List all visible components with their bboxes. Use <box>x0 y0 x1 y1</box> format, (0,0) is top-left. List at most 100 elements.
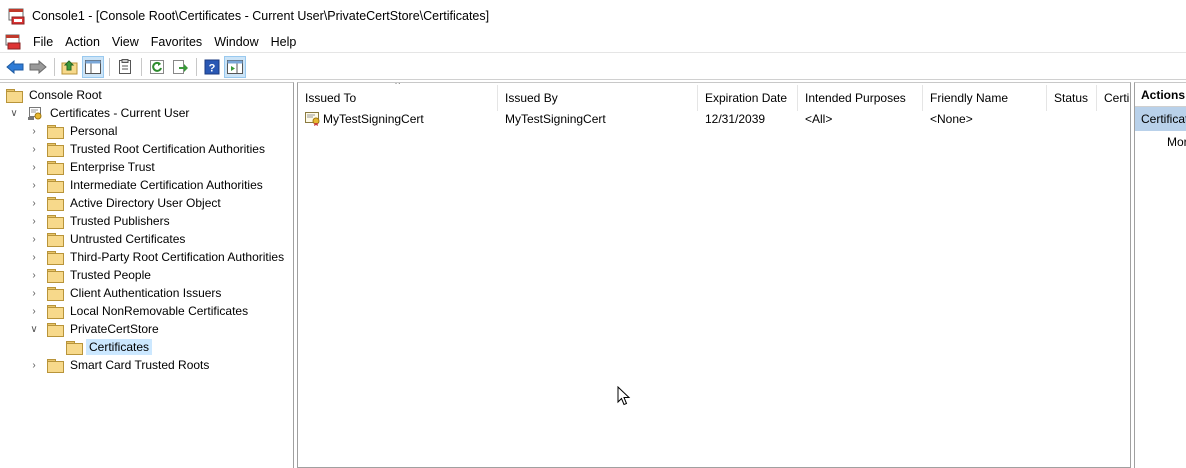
chevron-right-icon[interactable]: › <box>28 251 40 263</box>
tree-item-folder[interactable]: › Trusted People <box>28 266 154 284</box>
tree-item-label: Enterprise Trust <box>70 160 155 174</box>
console-tree: Console Root ∨ Certificates - Current Us… <box>0 82 294 468</box>
tree-item-label: Smart Card Trusted Roots <box>70 358 210 372</box>
chevron-down-icon[interactable]: ∨ <box>28 323 40 335</box>
tree-item-label: Intermediate Certification Authorities <box>70 178 263 192</box>
menu-file[interactable]: File <box>27 31 59 53</box>
tree-item-label: Personal <box>70 124 118 138</box>
up-folder-icon <box>61 59 78 74</box>
tree-item-console-root[interactable]: Console Root <box>6 86 105 104</box>
tree-item-label: Untrusted Certificates <box>70 232 186 246</box>
tree-item-folder[interactable]: › Third-Party Root Certification Authori… <box>28 248 287 266</box>
column-header-status[interactable]: Status <box>1047 85 1097 111</box>
cell-issued-to[interactable]: MyTestSigningCert <box>301 110 498 128</box>
tree-item-label: Trusted Publishers <box>70 214 170 228</box>
chevron-right-icon[interactable]: › <box>28 161 40 173</box>
mmc-menu-icon[interactable] <box>5 34 21 50</box>
menu-help[interactable]: Help <box>265 31 303 53</box>
folder-icon <box>47 250 64 265</box>
tree-item-folder[interactable]: › Active Directory User Object <box>28 194 224 212</box>
folder-icon <box>47 322 64 337</box>
tree-item-folder[interactable]: › Trusted Publishers <box>28 212 173 230</box>
chevron-right-icon[interactable]: › <box>28 287 40 299</box>
tree-item-certificates-current-user[interactable]: ∨ Certificates - Current User <box>8 104 192 122</box>
chevron-down-icon[interactable]: ∨ <box>8 107 20 119</box>
folder-icon <box>47 160 64 175</box>
tree-item-certificates-selected[interactable]: Certificates <box>66 338 153 356</box>
chevron-right-icon[interactable]: › <box>28 197 40 209</box>
help-icon: ? <box>204 59 220 74</box>
toolbar-separator <box>141 57 142 76</box>
chevron-right-icon[interactable]: › <box>28 359 40 371</box>
window-title: Console1 - [Console Root\Certificates - … <box>32 8 490 23</box>
tree-item-label: Certificates - Current User <box>50 106 190 120</box>
cell-intended-purposes: <All> <box>805 112 833 126</box>
tree-item-label: Certificates <box>86 339 153 355</box>
tree-item-folder[interactable]: › Local NonRemovable Certificates <box>28 302 251 320</box>
folder-icon <box>47 196 64 211</box>
tree-item-folder[interactable]: › Untrusted Certificates <box>28 230 188 248</box>
show-hide-tree-icon <box>85 59 101 74</box>
tree-item-folder[interactable]: › Smart Card Trusted Roots <box>28 356 212 374</box>
actions-header: Actions <box>1135 83 1186 107</box>
actions-section-certificates[interactable]: Certificates <box>1135 107 1186 131</box>
column-header-certificate-template[interactable]: Certi <box>1097 85 1130 111</box>
chevron-right-icon[interactable]: › <box>28 269 40 281</box>
mmc-app-icon[interactable] <box>8 7 26 25</box>
menu-favorites[interactable]: Favorites <box>145 31 208 53</box>
column-header-intended-purposes[interactable]: Intended Purposes <box>798 85 923 111</box>
column-header-issued-by[interactable]: Issued By <box>498 85 698 111</box>
tree-item-label: Trusted People <box>70 268 151 282</box>
tree-item-folder[interactable]: › Personal <box>28 122 120 140</box>
tree-item-folder[interactable]: › Intermediate Certification Authorities <box>28 176 266 194</box>
table-row[interactable]: MyTestSigningCert MyTestSigningCert 12/3… <box>298 110 1130 128</box>
forward-button[interactable] <box>27 56 49 78</box>
properties-button[interactable] <box>114 56 136 78</box>
help-button[interactable]: ? <box>201 56 223 78</box>
column-header-expiration-date[interactable]: Expiration Date <box>698 85 798 111</box>
cell-certificate-template <box>1097 110 1130 128</box>
show-hide-console-tree-button[interactable] <box>82 55 104 78</box>
tree-item-folder[interactable]: › Client Authentication Issuers <box>28 284 224 302</box>
chevron-right-icon[interactable]: › <box>28 233 40 245</box>
open-folder-icon <box>66 340 83 355</box>
column-header-issued-to[interactable]: Issued To <box>298 85 498 111</box>
toolbar-separator <box>54 57 55 76</box>
certificate-icon <box>305 112 321 126</box>
folder-icon <box>47 178 64 193</box>
menu-bar: File Action View Favorites Window Help <box>0 31 1186 53</box>
chevron-right-icon[interactable]: › <box>28 179 40 191</box>
column-header-friendly-name[interactable]: Friendly Name <box>923 85 1047 111</box>
menu-view[interactable]: View <box>106 31 145 53</box>
actions-pane: Actions Certificates More Actions <box>1134 82 1186 468</box>
up-one-level-button[interactable] <box>59 56 81 78</box>
svg-text:?: ? <box>209 62 216 74</box>
tree-item-label: Active Directory User Object <box>70 196 221 210</box>
chevron-right-icon[interactable]: › <box>28 125 40 137</box>
menu-action[interactable]: Action <box>59 31 106 53</box>
results-list: Issued To ˄ Issued By Expiration Date In… <box>297 82 1131 468</box>
more-actions-item[interactable]: More Actions <box>1135 131 1186 153</box>
back-button[interactable] <box>4 56 26 78</box>
export-list-icon <box>173 59 188 74</box>
chevron-right-icon[interactable]: › <box>28 143 40 155</box>
chevron-right-icon[interactable]: › <box>28 305 40 317</box>
tree-item-folder[interactable]: › Enterprise Trust <box>28 158 158 176</box>
forward-icon <box>29 59 47 74</box>
tree-item-private-cert-store[interactable]: ∨ PrivateCertStore <box>28 320 162 338</box>
folder-icon <box>47 358 64 373</box>
chevron-right-icon[interactable]: › <box>28 215 40 227</box>
tree-item-label: Client Authentication Issuers <box>70 286 222 300</box>
properties-icon <box>119 58 131 74</box>
cell-expiration-date: 12/31/2039 <box>705 112 766 126</box>
menu-window[interactable]: Window <box>208 31 264 53</box>
refresh-button[interactable] <box>146 56 168 78</box>
export-list-button[interactable] <box>169 56 191 78</box>
folder-icon <box>47 124 64 139</box>
folder-icon <box>6 88 23 103</box>
folder-icon <box>47 268 64 283</box>
show-hide-action-pane-button[interactable] <box>224 55 246 78</box>
cell-status <box>1047 110 1097 128</box>
tree-item-folder[interactable]: › Trusted Root Certification Authorities <box>28 140 268 158</box>
show-hide-action-pane-icon <box>227 59 243 74</box>
